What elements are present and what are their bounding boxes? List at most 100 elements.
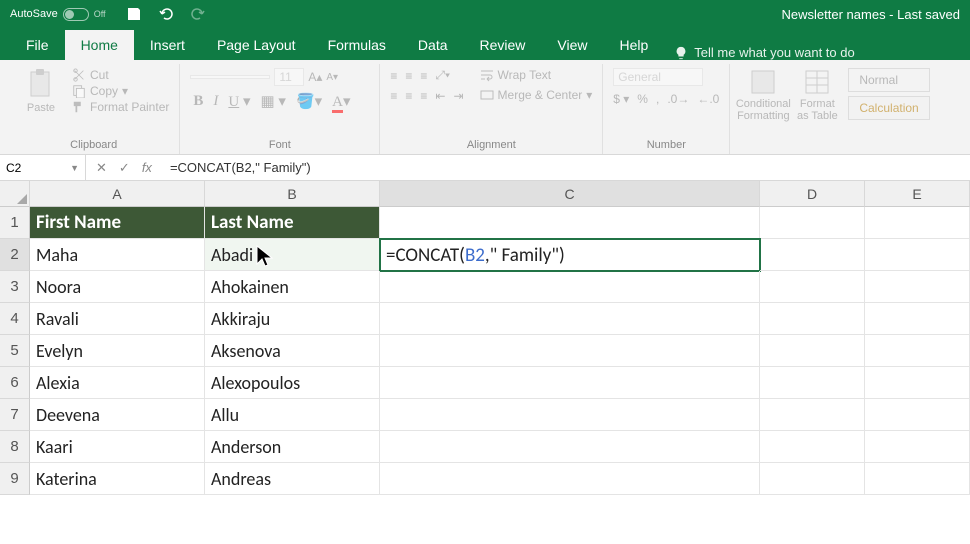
copy-button[interactable]: Copy ▾	[72, 84, 169, 98]
style-normal[interactable]: Normal	[848, 68, 930, 92]
italic-button[interactable]: I	[210, 93, 221, 110]
cell[interactable]	[380, 463, 760, 495]
column-header-c[interactable]: C	[380, 181, 760, 207]
name-box[interactable]: C2 ▼	[0, 155, 86, 180]
comma-button[interactable]: ,	[656, 92, 659, 106]
cell[interactable]	[865, 463, 970, 495]
merge-center-button[interactable]: Merge & Center ▾	[480, 88, 593, 102]
row-header[interactable]: 5	[0, 335, 30, 367]
fill-color-button[interactable]: 🪣▾	[293, 92, 325, 111]
align-bottom-icon[interactable]: ≡	[420, 69, 427, 83]
cell[interactable]	[760, 207, 865, 239]
tab-home[interactable]: Home	[65, 30, 134, 60]
style-calculation[interactable]: Calculation	[848, 96, 930, 120]
row-header[interactable]: 6	[0, 367, 30, 399]
conditional-formatting-button[interactable]: Conditional Formatting	[740, 68, 786, 122]
row-header[interactable]: 4	[0, 303, 30, 335]
cell[interactable]: Aksenova	[205, 335, 380, 367]
tab-file[interactable]: File	[10, 30, 65, 60]
formula-input[interactable]: =CONCAT(B2," Family")	[162, 160, 311, 175]
cell[interactable]	[865, 367, 970, 399]
cell[interactable]: Alexia	[30, 367, 205, 399]
tell-me-search[interactable]: Tell me what you want to do	[674, 45, 854, 60]
cell[interactable]	[760, 399, 865, 431]
decrease-decimal-icon[interactable]: ←.0	[697, 92, 719, 106]
tab-view[interactable]: View	[541, 30, 603, 60]
align-middle-icon[interactable]: ≡	[405, 69, 412, 83]
cell[interactable]	[760, 335, 865, 367]
cell[interactable]	[865, 239, 970, 271]
cell[interactable]	[380, 431, 760, 463]
tab-review[interactable]: Review	[464, 30, 542, 60]
enter-formula-icon[interactable]: ✓	[119, 160, 130, 176]
column-header-b[interactable]: B	[205, 181, 380, 207]
percent-button[interactable]: %	[637, 92, 648, 106]
cell[interactable]	[865, 399, 970, 431]
underline-button[interactable]: U ▾	[225, 92, 253, 111]
bold-button[interactable]: B	[190, 93, 206, 110]
cell[interactable]	[865, 335, 970, 367]
row-header[interactable]: 7	[0, 399, 30, 431]
tab-page-layout[interactable]: Page Layout	[201, 30, 312, 60]
paste-button[interactable]: Paste	[18, 68, 64, 114]
cell[interactable]: Allu	[205, 399, 380, 431]
row-header[interactable]: 8	[0, 431, 30, 463]
wrap-text-button[interactable]: Wrap Text	[480, 68, 593, 82]
column-header-d[interactable]: D	[760, 181, 865, 207]
cell[interactable]	[760, 367, 865, 399]
cell[interactable]	[865, 303, 970, 335]
cell[interactable]	[380, 367, 760, 399]
cell[interactable]: Abadi	[205, 239, 380, 271]
align-top-icon[interactable]: ≡	[390, 69, 397, 83]
row-header[interactable]: 9	[0, 463, 30, 495]
row-header[interactable]: 3	[0, 271, 30, 303]
cell[interactable]: Noora	[30, 271, 205, 303]
currency-button[interactable]: $ ▾	[613, 92, 629, 106]
cancel-formula-icon[interactable]: ✕	[96, 160, 107, 176]
font-color-button[interactable]: A▾	[329, 92, 353, 111]
cell[interactable]: First Name	[30, 207, 205, 239]
autosave-toggle[interactable]: AutoSave Off	[10, 8, 106, 21]
align-right-icon[interactable]: ≡	[420, 89, 427, 103]
cell[interactable]	[760, 271, 865, 303]
font-size-select[interactable]: 11	[274, 68, 304, 86]
cell[interactable]: Kaari	[30, 431, 205, 463]
borders-button[interactable]: ▦ ▾	[258, 92, 289, 111]
tab-insert[interactable]: Insert	[134, 30, 201, 60]
cell[interactable]	[380, 207, 760, 239]
orientation-icon[interactable]: ⤢▾	[435, 68, 450, 83]
row-header[interactable]: 2	[0, 239, 30, 271]
redo-icon[interactable]	[190, 6, 206, 22]
cell[interactable]	[865, 271, 970, 303]
cell[interactable]: Deevena	[30, 399, 205, 431]
cell[interactable]: Katerina	[30, 463, 205, 495]
cell[interactable]: Maha	[30, 239, 205, 271]
cell[interactable]	[760, 303, 865, 335]
align-center-icon[interactable]: ≡	[405, 89, 412, 103]
increase-font-icon[interactable]: A▴	[308, 70, 322, 84]
fx-icon[interactable]: fx	[142, 160, 152, 175]
format-painter-button[interactable]: Format Painter	[72, 100, 169, 114]
decrease-indent-icon[interactable]: ⇤	[435, 89, 445, 103]
increase-indent-icon[interactable]: ⇥	[453, 89, 463, 103]
row-header[interactable]: 1	[0, 207, 30, 239]
font-name-select[interactable]	[190, 75, 270, 79]
cut-button[interactable]: Cut	[72, 68, 169, 82]
cell[interactable]: Alexopoulos	[205, 367, 380, 399]
cell[interactable]	[865, 431, 970, 463]
increase-decimal-icon[interactable]: .0→	[667, 92, 689, 106]
undo-icon[interactable]	[158, 6, 174, 22]
cell[interactable]: Akkiraju	[205, 303, 380, 335]
cell[interactable]: Ravali	[30, 303, 205, 335]
cell[interactable]	[865, 207, 970, 239]
tab-formulas[interactable]: Formulas	[312, 30, 402, 60]
cell[interactable]	[760, 239, 865, 271]
tab-data[interactable]: Data	[402, 30, 464, 60]
select-all-corner[interactable]	[0, 181, 30, 207]
column-header-a[interactable]: A	[30, 181, 205, 207]
cell[interactable]	[760, 463, 865, 495]
cell[interactable]	[380, 303, 760, 335]
cell[interactable]	[380, 271, 760, 303]
number-format-select[interactable]: General	[613, 68, 703, 86]
cell[interactable]	[380, 335, 760, 367]
